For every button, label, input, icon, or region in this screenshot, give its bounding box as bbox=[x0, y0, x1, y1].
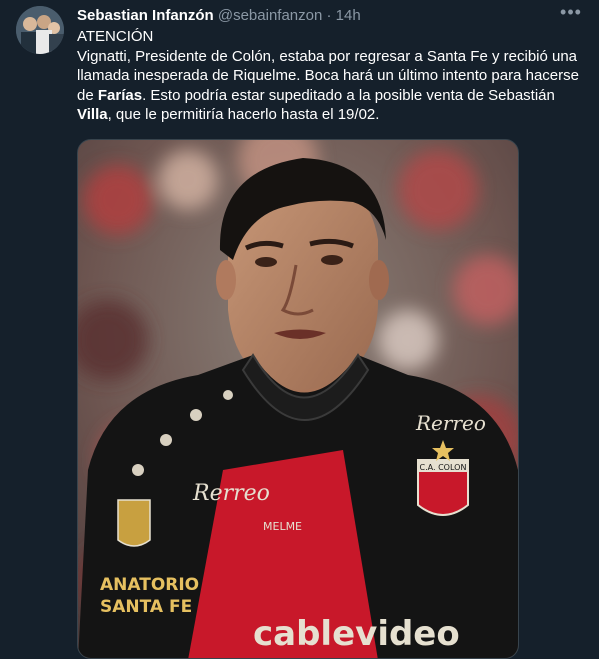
header-separator: · bbox=[326, 7, 332, 24]
sleeve-text-1: ANATORIO bbox=[100, 575, 199, 595]
ellipsis-icon[interactable]: ••• bbox=[557, 3, 585, 26]
tweet-header: Sebastian Infanzón @sebainfanzon · 14h bbox=[77, 6, 583, 26]
sleeve-text-2: SANTA FE bbox=[100, 597, 192, 617]
tweet-text-part: , que le permitiría hacerlo hasta el 19/… bbox=[107, 106, 380, 123]
mention-farias: Farías bbox=[97, 86, 143, 104]
tweet-text-part: . Esto podría estar supeditado a la posi… bbox=[142, 86, 555, 104]
crest-text: C.A. COLON bbox=[420, 463, 467, 472]
mention-villa: Villa bbox=[77, 106, 108, 123]
kit-brand: MELME bbox=[263, 520, 302, 533]
shirt-sponsor: cablevideo bbox=[253, 614, 460, 654]
author-handle[interactable]: @sebainfanzon bbox=[218, 7, 322, 24]
chest-sponsor: Rerreo bbox=[192, 481, 270, 506]
tweet-photo[interactable]: Rerreo Rerreo C.A. COLON MELME ANATORIO … bbox=[77, 139, 519, 659]
shoulder-sponsor: Rerreo bbox=[415, 411, 486, 435]
author-name[interactable]: Sebastian Infanzón bbox=[77, 7, 214, 24]
tweet-heading: ATENCIÓN bbox=[77, 28, 154, 45]
tweet-paragraph: Vignatti, Presidente de Colón, estaba po… bbox=[77, 47, 587, 125]
tweet-text: ATENCIÓN Vignatti, Presidente de Colón, … bbox=[77, 27, 587, 125]
avatar[interactable] bbox=[16, 6, 64, 54]
player-photo: Rerreo Rerreo C.A. COLON MELME ANATORIO … bbox=[78, 140, 518, 658]
tweet[interactable]: Sebastian Infanzón @sebainfanzon · 14h •… bbox=[0, 0, 599, 659]
timestamp[interactable]: 14h bbox=[336, 7, 361, 24]
